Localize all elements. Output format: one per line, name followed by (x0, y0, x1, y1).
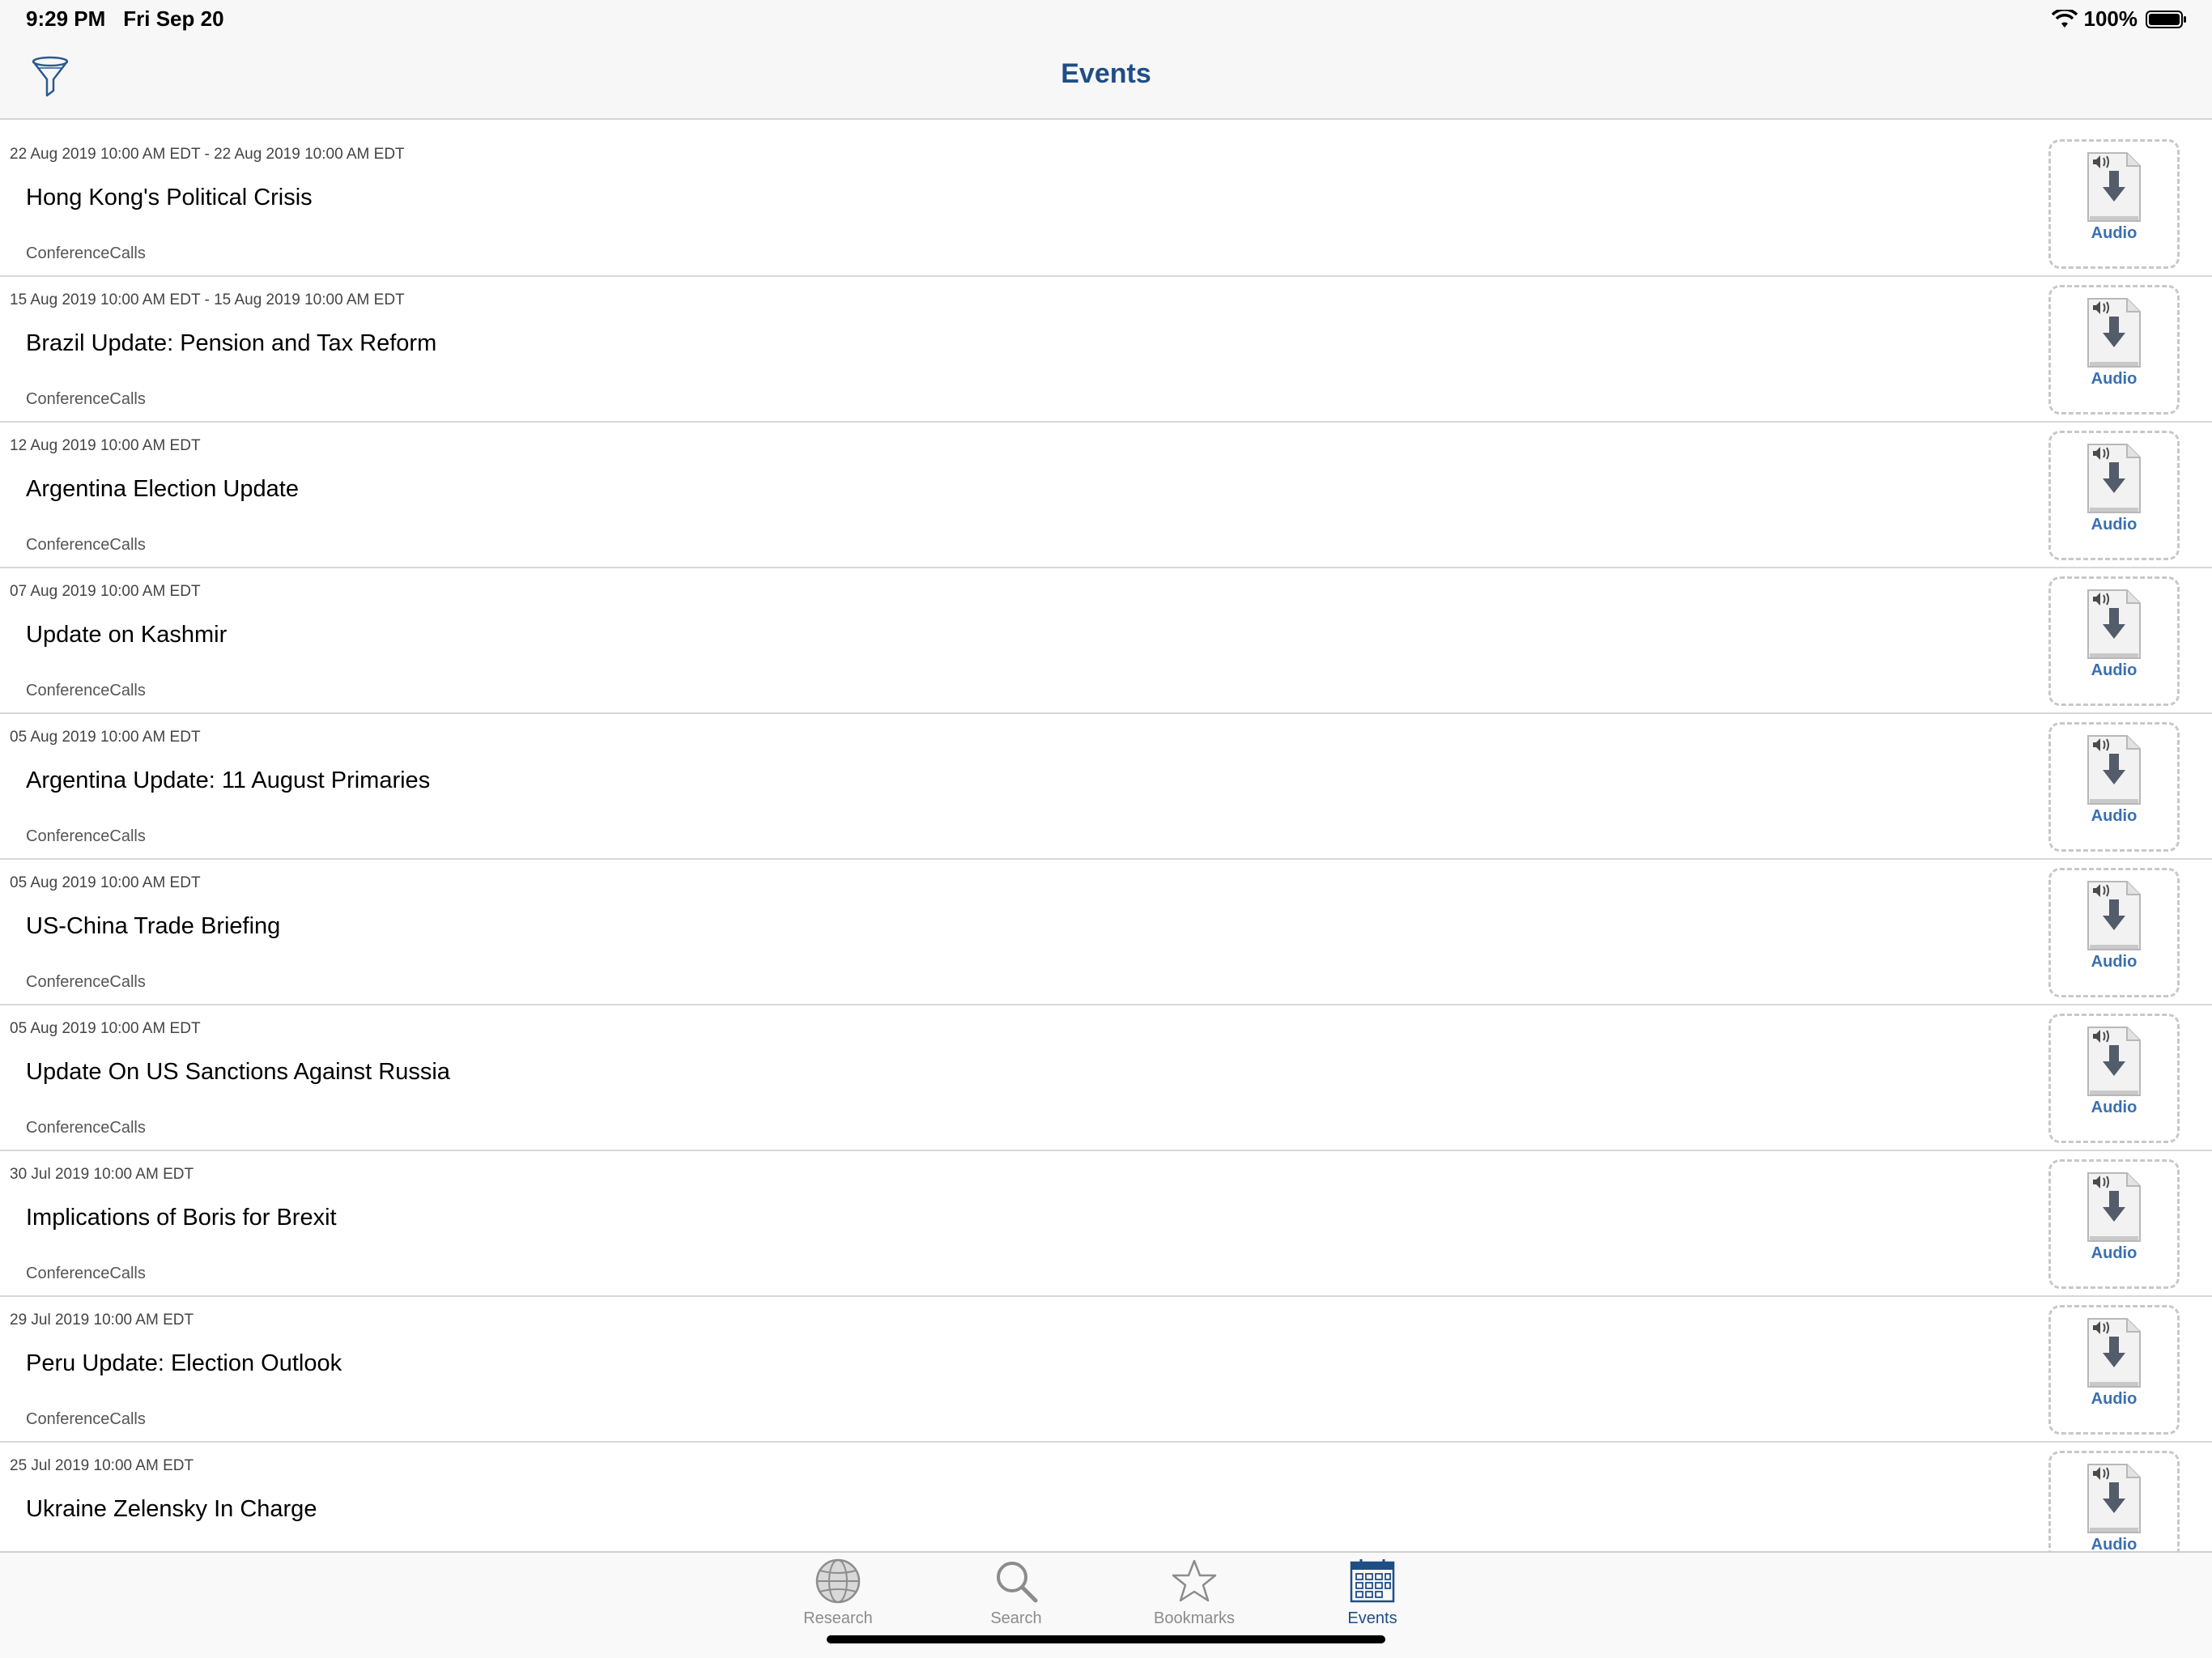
battery-percent: 100% (2083, 6, 2138, 31)
audio-download-button[interactable]: Audio (2048, 1451, 2180, 1551)
event-row[interactable]: 05 Aug 2019 10:00 AM EDT US-China Trade … (0, 860, 2212, 1005)
event-date: 22 Aug 2019 10:00 AM EDT - 22 Aug 2019 1… (10, 146, 405, 163)
tab-research[interactable]: Research (777, 1558, 899, 1639)
audio-label: Audio (2091, 370, 2138, 388)
tab-events[interactable]: Events (1312, 1558, 1433, 1639)
audio-download-icon (2087, 152, 2141, 222)
event-date: 12 Aug 2019 10:00 AM EDT (10, 437, 201, 454)
event-list[interactable]: 22 Aug 2019 10:00 AM EDT - 22 Aug 2019 1… (0, 131, 2212, 1551)
audio-download-button[interactable]: Audio (2048, 1159, 2180, 1289)
audio-label: Audio (2091, 1099, 2138, 1116)
audio-download-button[interactable]: Audio (2048, 722, 2180, 852)
audio-download-icon (2087, 1464, 2141, 1533)
event-row[interactable]: 29 Jul 2019 10:00 AM EDT Peru Update: El… (0, 1297, 2212, 1443)
event-date: 25 Jul 2019 10:00 AM EDT (10, 1457, 194, 1474)
event-title[interactable]: Argentina Update: 11 August Primaries (26, 767, 430, 794)
event-date: 29 Jul 2019 10:00 AM EDT (10, 1312, 194, 1329)
audio-label: Audio (2091, 224, 2138, 242)
tab-bookmarks-label: Bookmarks (1153, 1609, 1236, 1627)
audio-label: Audio (2091, 516, 2138, 534)
audio-label: Audio (2091, 807, 2138, 825)
calendar-icon (1350, 1559, 1395, 1603)
audio-download-button[interactable]: Audio (2048, 1305, 2180, 1435)
globe-icon (815, 1558, 861, 1604)
audio-download-icon (2087, 881, 2141, 950)
tab-search-label: Search (990, 1609, 1042, 1627)
event-date: 05 Aug 2019 10:00 AM EDT (10, 874, 201, 891)
event-date: 15 Aug 2019 10:00 AM EDT - 15 Aug 2019 1… (10, 291, 405, 308)
event-row[interactable]: 05 Aug 2019 10:00 AM EDT Argentina Updat… (0, 714, 2212, 860)
event-row[interactable]: 05 Aug 2019 10:00 AM EDT Update On US Sa… (0, 1005, 2212, 1151)
status-bar: 9:29 PM Fri Sep 20 100% (0, 0, 2212, 37)
event-date: 05 Aug 2019 10:00 AM EDT (10, 1020, 201, 1037)
status-left: 9:29 PM Fri Sep 20 (26, 6, 242, 32)
audio-download-button[interactable]: Audio (2048, 285, 2180, 414)
event-title[interactable]: Update on Kashmir (26, 622, 227, 648)
audio-download-icon (2087, 1318, 2141, 1388)
event-title[interactable]: Peru Update: Election Outlook (26, 1350, 342, 1377)
event-category: ConferenceCalls (26, 244, 146, 262)
event-title[interactable]: Ukraine Zelensky In Charge (26, 1496, 317, 1523)
event-category: ConferenceCalls (26, 1410, 146, 1428)
page-title: Events (1061, 58, 1151, 89)
audio-download-icon (2087, 589, 2141, 659)
app-window: 9:29 PM Fri Sep 20 100% Events 22 Aug 20… (0, 0, 2212, 1658)
event-category: ConferenceCalls (26, 827, 146, 845)
home-indicator[interactable] (827, 1635, 1385, 1643)
audio-download-icon (2087, 1027, 2141, 1096)
event-category: ConferenceCalls (26, 390, 146, 408)
tab-research-label: Research (803, 1609, 873, 1627)
event-category: ConferenceCalls (26, 973, 146, 991)
event-title[interactable]: Brazil Update: Pension and Tax Reform (26, 330, 436, 357)
audio-label: Audio (2091, 661, 2138, 679)
event-category: ConferenceCalls (26, 682, 146, 699)
event-row[interactable]: 22 Aug 2019 10:00 AM EDT - 22 Aug 2019 1… (0, 131, 2212, 277)
audio-label: Audio (2091, 1390, 2138, 1408)
audio-label: Audio (2091, 1536, 2138, 1551)
audio-label: Audio (2091, 953, 2138, 971)
event-row[interactable]: 15 Aug 2019 10:00 AM EDT - 15 Aug 2019 1… (0, 277, 2212, 423)
star-icon (1172, 1559, 1217, 1602)
event-title[interactable]: Hong Kong's Political Crisis (26, 185, 313, 211)
audio-download-button[interactable]: Audio (2048, 576, 2180, 706)
event-row[interactable]: 12 Aug 2019 10:00 AM EDT Argentina Elect… (0, 423, 2212, 568)
magnifier-icon (997, 1562, 1038, 1603)
event-row[interactable]: 25 Jul 2019 10:00 AM EDT Ukraine Zelensk… (0, 1443, 2212, 1551)
event-category: ConferenceCalls (26, 1119, 146, 1137)
audio-download-button[interactable]: Audio (2048, 868, 2180, 997)
tab-search[interactable]: Search (955, 1558, 1077, 1639)
wifi-icon (2051, 9, 2078, 28)
event-title[interactable]: Argentina Election Update (26, 476, 299, 503)
event-category: ConferenceCalls (26, 536, 146, 554)
status-date: Fri Sep 20 (123, 6, 224, 31)
audio-download-button[interactable]: Audio (2048, 139, 2180, 269)
audio-download-icon (2087, 735, 2141, 805)
event-row[interactable]: 30 Jul 2019 10:00 AM EDT Implications of… (0, 1151, 2212, 1297)
event-date: 05 Aug 2019 10:00 AM EDT (10, 729, 201, 746)
audio-download-icon (2087, 1172, 2141, 1242)
audio-download-button[interactable]: Audio (2048, 431, 2180, 560)
audio-download-button[interactable]: Audio (2048, 1014, 2180, 1143)
audio-download-icon (2087, 298, 2141, 368)
tab-events-label: Events (1347, 1609, 1397, 1627)
event-title[interactable]: Update On US Sanctions Against Russia (26, 1059, 450, 1086)
status-time: 9:29 PM (26, 6, 106, 31)
battery-icon (2146, 10, 2186, 28)
tab-bookmarks[interactable]: Bookmarks (1134, 1558, 1255, 1639)
status-right: 100% (2051, 6, 2189, 32)
event-date: 30 Jul 2019 10:00 AM EDT (10, 1166, 194, 1183)
event-category: ConferenceCalls (26, 1265, 146, 1282)
event-row[interactable]: 07 Aug 2019 10:00 AM EDT Update on Kashm… (0, 568, 2212, 714)
event-title[interactable]: Implications of Boris for Brexit (26, 1205, 337, 1231)
audio-download-icon (2087, 444, 2141, 513)
audio-label: Audio (2091, 1244, 2138, 1262)
event-date: 07 Aug 2019 10:00 AM EDT (10, 583, 201, 600)
nav-bar: Events (0, 37, 2212, 120)
event-title[interactable]: US-China Trade Briefing (26, 913, 280, 940)
